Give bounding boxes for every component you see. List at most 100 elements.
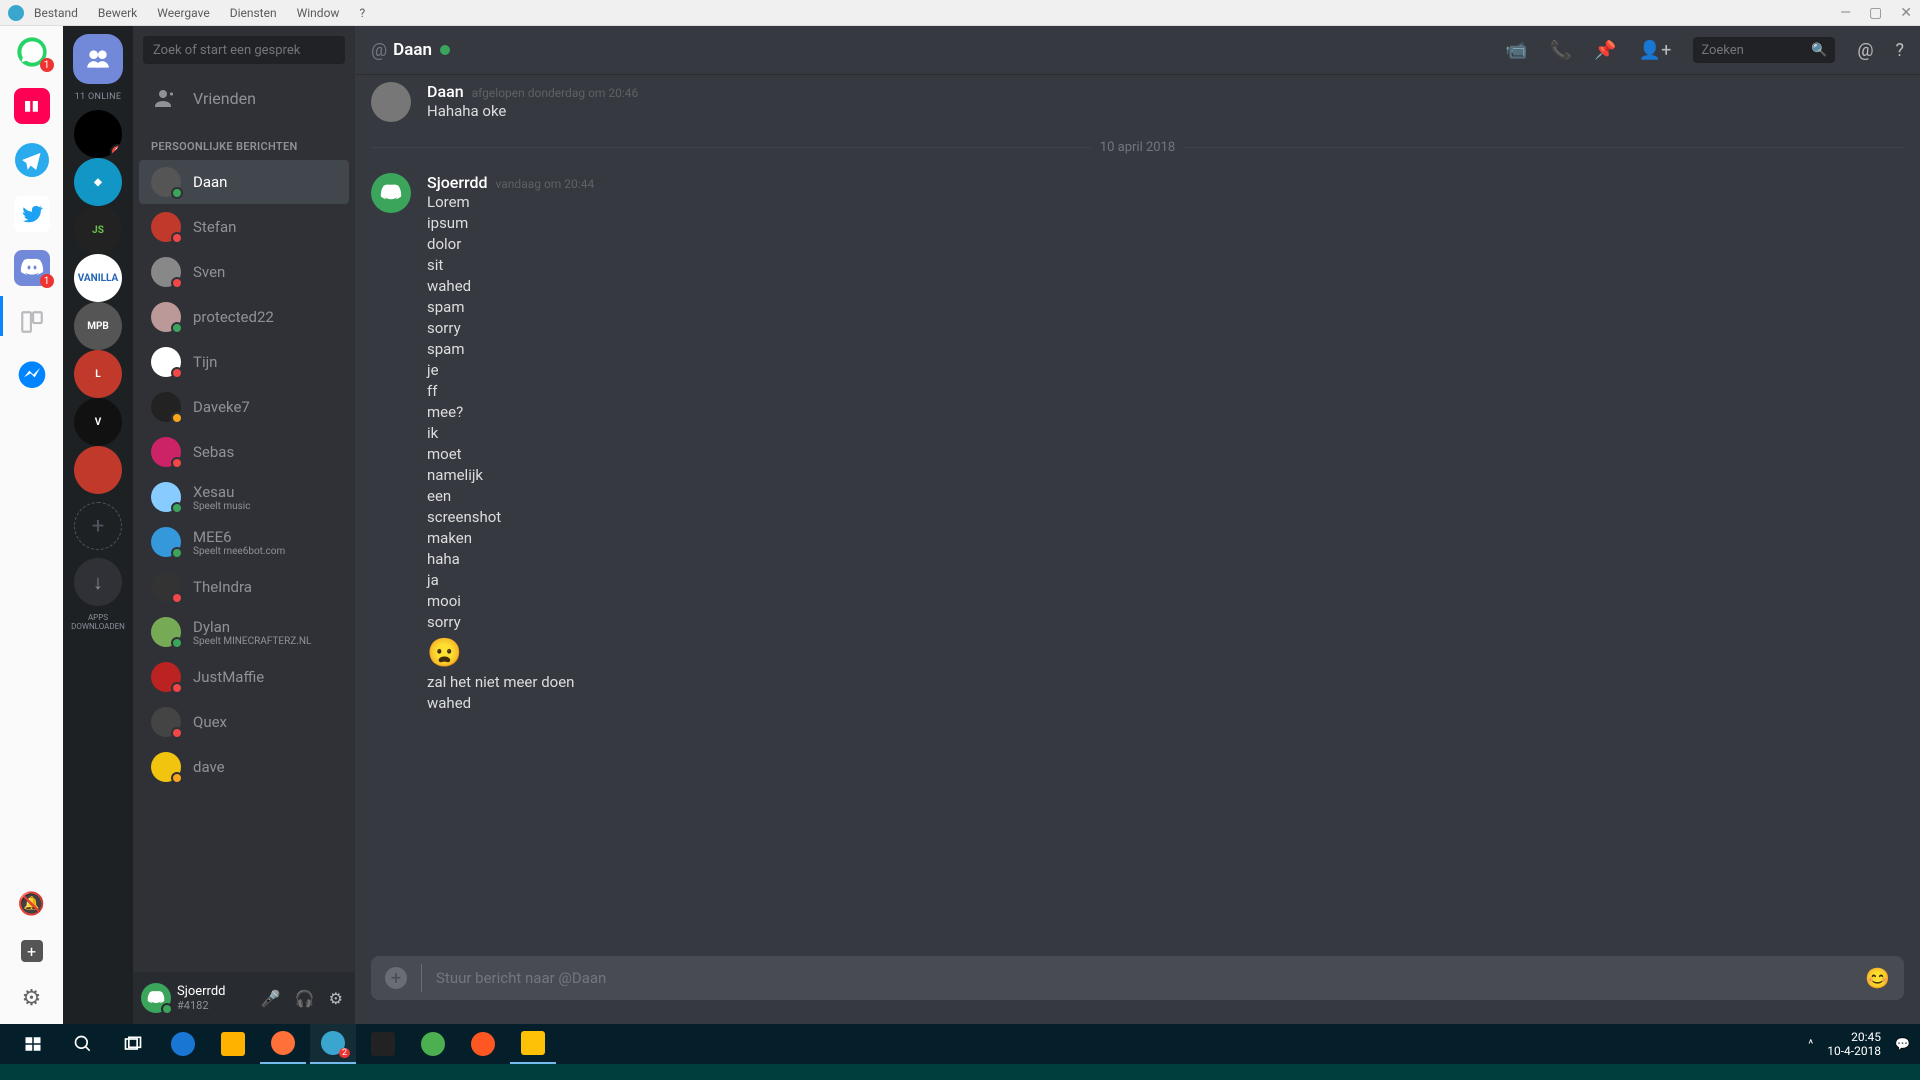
rail-whatsapp[interactable]: 1 bbox=[14, 34, 50, 70]
dm-item[interactable]: MEE6Speelt mee6bot.com bbox=[139, 520, 349, 564]
rail-telegram[interactable] bbox=[14, 142, 50, 178]
dm-item[interactable]: XesauSpeelt music bbox=[139, 475, 349, 519]
at-icon: @ bbox=[371, 40, 387, 61]
message-line: je bbox=[427, 360, 594, 381]
menu-window[interactable]: Window bbox=[297, 6, 340, 20]
status-indicator bbox=[171, 187, 183, 199]
voice-call-icon[interactable]: 📞 bbox=[1550, 40, 1572, 61]
message-avatar[interactable] bbox=[371, 82, 411, 122]
avatar bbox=[151, 167, 181, 197]
dm-item[interactable]: protected22 bbox=[139, 295, 349, 339]
menu-view[interactable]: Weergave bbox=[157, 6, 209, 20]
message-line: een bbox=[427, 486, 594, 507]
avatar bbox=[151, 482, 181, 512]
rail-trello[interactable] bbox=[14, 304, 50, 340]
mute-icon[interactable]: 🎤 bbox=[257, 985, 285, 1012]
add-friend-icon[interactable]: 👤+ bbox=[1639, 40, 1672, 61]
taskbar-terminal[interactable] bbox=[360, 1024, 406, 1064]
dm-item[interactable]: Stefan bbox=[139, 205, 349, 249]
taskbar-explorer[interactable] bbox=[210, 1024, 256, 1064]
avatar bbox=[151, 752, 181, 782]
user-settings-icon[interactable]: ⚙ bbox=[325, 985, 347, 1012]
chat-column: @ Daan 📹 📞 📌 👤+ Zoeken 🔍 @ ? Daanafgelop bbox=[355, 26, 1920, 1024]
taskbar-app-2[interactable] bbox=[410, 1024, 456, 1064]
message-input[interactable] bbox=[421, 964, 1851, 992]
avatar bbox=[151, 257, 181, 287]
video-call-icon[interactable]: 📹 bbox=[1505, 40, 1527, 61]
rail-discord[interactable]: 1 bbox=[14, 250, 50, 286]
menu-services[interactable]: Diensten bbox=[230, 6, 277, 20]
mentions-icon[interactable]: @ bbox=[1857, 40, 1873, 61]
pin-icon[interactable]: 📌 bbox=[1594, 40, 1616, 61]
status-indicator bbox=[171, 682, 183, 694]
maximize-icon[interactable]: ▢ bbox=[1869, 5, 1882, 21]
message-author[interactable]: Daan bbox=[427, 82, 464, 101]
dm-item[interactable]: Daveke7 bbox=[139, 385, 349, 429]
search-button[interactable] bbox=[60, 1024, 106, 1064]
server-item[interactable]: ◆ bbox=[74, 158, 122, 206]
playing-status: Speelt MINECRAFTERZ.NL bbox=[193, 636, 311, 647]
avatar bbox=[151, 662, 181, 692]
download-apps-button[interactable]: ↓ bbox=[74, 558, 122, 606]
clock[interactable]: 20:45 10-4-2018 bbox=[1827, 1030, 1881, 1059]
message-group: Sjoerrddvandaag om 20:44Loremipsumdolors… bbox=[371, 165, 1904, 722]
menu-file[interactable]: Bestand bbox=[34, 6, 78, 20]
dm-item[interactable]: Sven bbox=[139, 250, 349, 294]
menu-edit[interactable]: Bewerk bbox=[98, 6, 137, 20]
menu-help[interactable]: ? bbox=[359, 6, 365, 20]
taskbar-app-1[interactable] bbox=[160, 1024, 206, 1064]
server-item[interactable] bbox=[74, 446, 122, 494]
online-count: 11 ONLINE bbox=[75, 92, 122, 102]
message-line: sorry bbox=[427, 612, 594, 633]
start-button[interactable] bbox=[10, 1024, 56, 1064]
discord-home[interactable] bbox=[73, 34, 123, 84]
friends-button[interactable]: Vrienden bbox=[133, 74, 355, 122]
server-item[interactable]: VANILLA bbox=[74, 254, 122, 302]
tray-expand-icon[interactable]: ^ bbox=[1808, 1037, 1813, 1051]
minimize-icon[interactable]: — bbox=[1840, 5, 1851, 21]
rail-twitter[interactable] bbox=[14, 196, 50, 232]
header-search-input[interactable]: Zoeken 🔍 bbox=[1693, 37, 1835, 63]
dm-item[interactable]: DylanSpeelt MINECRAFTERZ.NL bbox=[139, 610, 349, 654]
rail-settings-icon[interactable]: ⚙ bbox=[14, 980, 50, 1016]
taskbar-app-4[interactable] bbox=[510, 1024, 556, 1064]
help-icon[interactable]: ? bbox=[1895, 40, 1904, 61]
window-controls: — ▢ ✕ bbox=[1840, 5, 1912, 21]
user-avatar[interactable] bbox=[141, 983, 171, 1013]
server-item[interactable]: MPB bbox=[74, 302, 122, 350]
server-item[interactable]: JS bbox=[74, 206, 122, 254]
taskbar-rambox[interactable]: 2 bbox=[310, 1024, 356, 1064]
server-item[interactable]: 2 bbox=[74, 110, 122, 158]
attach-button[interactable]: + bbox=[385, 967, 407, 989]
dm-item[interactable]: Sebas bbox=[139, 430, 349, 474]
dm-item[interactable]: dave bbox=[139, 745, 349, 789]
message-line: 😦 bbox=[427, 633, 594, 672]
dm-item[interactable]: JustMaffie bbox=[139, 655, 349, 699]
close-icon[interactable]: ✕ bbox=[1900, 5, 1912, 21]
avatar bbox=[151, 212, 181, 242]
add-server-button[interactable]: + bbox=[74, 502, 122, 550]
dm-item[interactable]: Quex bbox=[139, 700, 349, 744]
divider-label: 10 april 2018 bbox=[1092, 140, 1183, 155]
dm-item[interactable]: Tijn bbox=[139, 340, 349, 384]
task-view-button[interactable] bbox=[110, 1024, 156, 1064]
avatar bbox=[151, 617, 181, 647]
rail-messenger[interactable] bbox=[14, 358, 50, 394]
rail-mute-icon[interactable]: 🔕 bbox=[14, 886, 50, 922]
deafen-icon[interactable]: 🎧 bbox=[291, 985, 319, 1012]
emoji-picker-icon[interactable]: 😊 bbox=[1865, 966, 1890, 990]
dm-search-input[interactable] bbox=[143, 36, 345, 64]
rail-add-icon[interactable]: + bbox=[21, 940, 43, 962]
rail-deezer[interactable]: ▮▮ bbox=[14, 88, 50, 124]
server-item[interactable]: L bbox=[74, 350, 122, 398]
notifications-icon[interactable]: 💬 bbox=[1895, 1037, 1910, 1051]
message-author[interactable]: Sjoerrdd bbox=[427, 173, 488, 192]
dm-item[interactable]: TheIndra bbox=[139, 565, 349, 609]
server-item[interactable]: V bbox=[74, 398, 122, 446]
dm-item[interactable]: Daan bbox=[139, 160, 349, 204]
taskbar-app-3[interactable] bbox=[460, 1024, 506, 1064]
message-list[interactable]: Daanafgelopen donderdag om 20:46Hahaha o… bbox=[355, 74, 1920, 956]
taskbar-firefox[interactable] bbox=[260, 1024, 306, 1064]
status-indicator bbox=[171, 457, 183, 469]
message-avatar[interactable] bbox=[371, 173, 411, 213]
